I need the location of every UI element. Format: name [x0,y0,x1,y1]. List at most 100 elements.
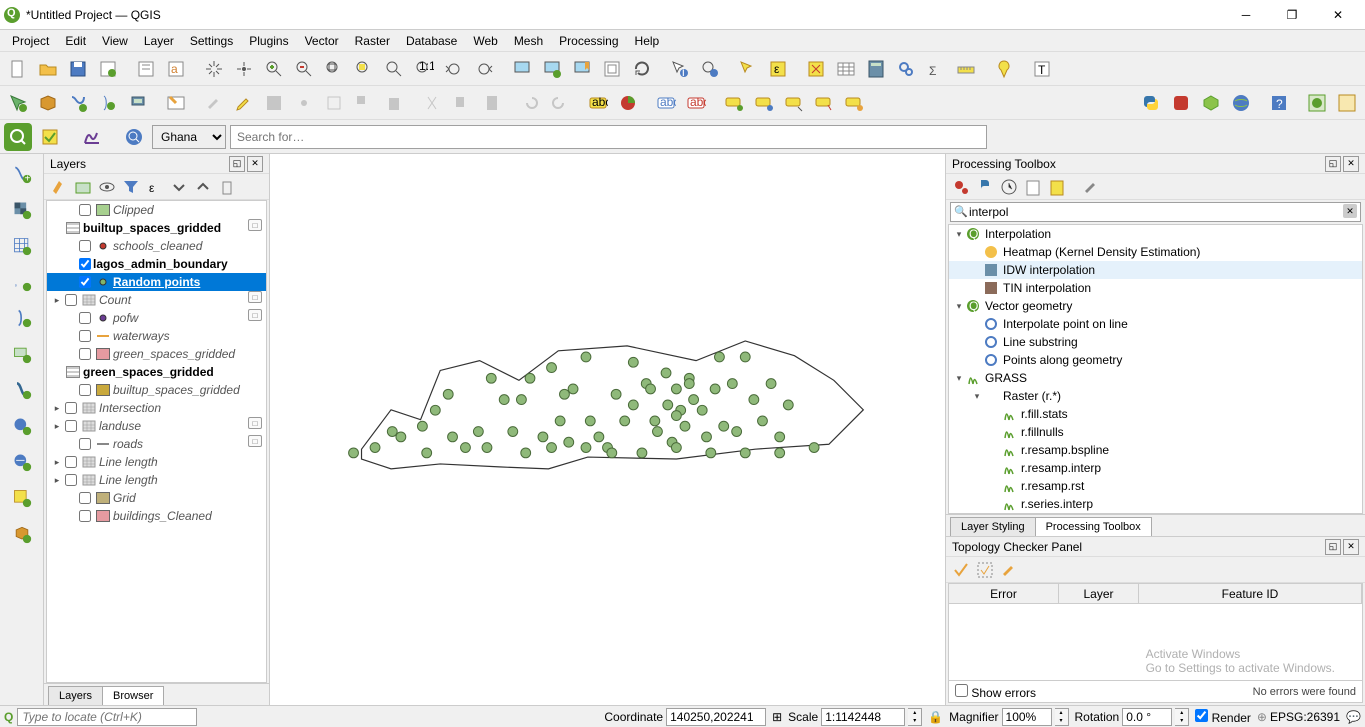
menu-web[interactable]: Web [465,32,505,50]
label-tool-5[interactable] [840,89,868,117]
move-feature-button[interactable] [350,89,378,117]
new-3d-view-button[interactable] [538,55,566,83]
label-tool-3[interactable] [780,89,808,117]
add-xyz-button[interactable] [6,482,38,514]
menu-plugins[interactable]: Plugins [241,32,296,50]
add-vector-layer-button[interactable]: + [6,158,38,190]
label-tool-4[interactable] [810,89,838,117]
processing-item[interactable]: r.series.interp [949,495,1362,513]
menu-help[interactable]: Help [627,32,668,50]
menu-raster[interactable]: Raster [347,32,398,50]
label-tool-1[interactable] [720,89,748,117]
layer-remove-button[interactable] [216,176,238,198]
add-delimited-button[interactable]: , [6,266,38,298]
layer-row[interactable]: ▸Line length [47,453,266,471]
rot-input[interactable] [1122,708,1172,726]
window-minimize-button[interactable]: ─ [1223,0,1269,30]
processing-gearset-icon[interactable] [892,55,920,83]
locator-input[interactable] [17,708,197,726]
paste-button[interactable] [478,89,506,117]
browser-tab[interactable]: Browser [102,686,164,705]
new-bookmarks-button[interactable] [568,55,596,83]
statistics-button[interactable]: Σ [922,55,950,83]
redo-button[interactable] [546,89,574,117]
layer-visibility-checkbox[interactable] [79,438,91,450]
menu-database[interactable]: Database [398,32,465,50]
plugin-red-button[interactable] [1167,89,1195,117]
layer-row[interactable]: Grid [47,489,266,507]
processing-item[interactable]: ▾QVector geometry [949,297,1362,315]
layer-row[interactable]: waterways [47,327,266,345]
deselect-button[interactable] [802,55,830,83]
layer-visibility-checkbox[interactable] [65,420,77,432]
layer-visibility-checkbox[interactable] [65,294,77,306]
save-project-button[interactable] [64,55,92,83]
processing-search-input[interactable] [950,202,1361,222]
topology-config-button[interactable] [998,559,1020,581]
quickosm-icon[interactable] [4,123,32,151]
add-wms-button[interactable] [6,410,38,442]
layer-row[interactable]: ▸Intersection [47,399,266,417]
processing-item[interactable]: Heatmap (Kernel Density Estimation) [949,243,1362,261]
menu-layer[interactable]: Layer [136,32,182,50]
label-pin-button[interactable]: abc [682,89,710,117]
layer-visibility-checkbox[interactable] [79,492,91,504]
pan-to-selection-button[interactable] [230,55,258,83]
identify-rect-button[interactable] [696,55,724,83]
menu-vector[interactable]: Vector [297,32,347,50]
search-clear-button[interactable]: ✕ [1343,204,1357,218]
new-project-button[interactable] [4,55,32,83]
save-edits-button[interactable] [260,89,288,117]
processing-item[interactable]: ▾QInterpolation [949,225,1362,243]
proc-results-button[interactable] [1022,176,1044,198]
lock-scale-button[interactable]: 🔒 [928,710,943,724]
processing-item[interactable]: ▾GRASS [949,369,1362,387]
expand-icon[interactable]: ▾ [953,301,965,312]
scale-input[interactable] [821,708,905,726]
layers-close-button[interactable]: ✕ [247,156,263,172]
topology-close-button[interactable]: ✕ [1343,539,1359,555]
field-calc-button[interactable] [862,55,890,83]
layer-row[interactable]: ▸landuse [47,417,266,435]
layer-row[interactable]: green_spaces_gridded [47,363,266,381]
layer-visibility-checkbox[interactable] [79,204,91,216]
osm-overlay-icon[interactable] [36,123,64,151]
new-map-view-button[interactable] [508,55,536,83]
processing-item[interactable]: Points along geometry [949,351,1362,369]
scale-spinner[interactable]: ▴▾ [908,708,922,726]
layer-visibility-checkbox[interactable] [79,258,91,270]
add-vector-button[interactable] [4,89,32,117]
expand-icon[interactable]: ▾ [953,373,965,384]
show-errors-checkbox[interactable]: Show errors [955,684,1036,700]
zoom-last-button[interactable] [440,55,468,83]
identify-button[interactable]: i [666,55,694,83]
processing-item[interactable]: r.resamp.bspline [949,441,1362,459]
label-diagram-button[interactable] [614,89,642,117]
proc-options-button[interactable] [1080,176,1102,198]
expand-icon[interactable]: ▸ [51,475,63,486]
layer-row[interactable]: lagos_admin_boundary [47,255,266,273]
help-button[interactable]: ? [1265,89,1293,117]
label-tool-2[interactable] [750,89,778,117]
layer-visibility-checkbox[interactable] [79,240,91,252]
add-virtual-layer-button[interactable] [6,338,38,370]
layer-row[interactable]: schools_cleaned [47,237,266,255]
rot-spinner[interactable]: ▴▾ [1175,708,1189,726]
topology-col-fid[interactable]: Feature ID [1139,584,1362,603]
layer-collapse-button[interactable] [192,176,214,198]
layout-manager-button[interactable] [132,55,160,83]
select-expression-button[interactable]: ε [764,55,792,83]
processing-item[interactable]: Interpolate point on line [949,315,1362,333]
map-tips-button[interactable] [990,55,1018,83]
render-checkbox[interactable]: Render [1195,709,1251,725]
expand-icon[interactable]: ▾ [953,229,965,240]
layer-visibility-checkbox[interactable] [79,312,91,324]
layer-row[interactable]: pofw [47,309,266,327]
layer-row[interactable]: builtup_spaces_gridded [47,219,266,237]
processing-tree[interactable]: ▾QInterpolationHeatmap (Kernel Density E… [948,224,1363,514]
topology-validate-extent-button[interactable] [974,559,996,581]
layer-row[interactable]: Random points [47,273,266,291]
coord-input[interactable] [666,708,766,726]
add-raster-layer-button[interactable] [6,194,38,226]
layer-styling-tab[interactable]: Layer Styling [950,517,1036,536]
